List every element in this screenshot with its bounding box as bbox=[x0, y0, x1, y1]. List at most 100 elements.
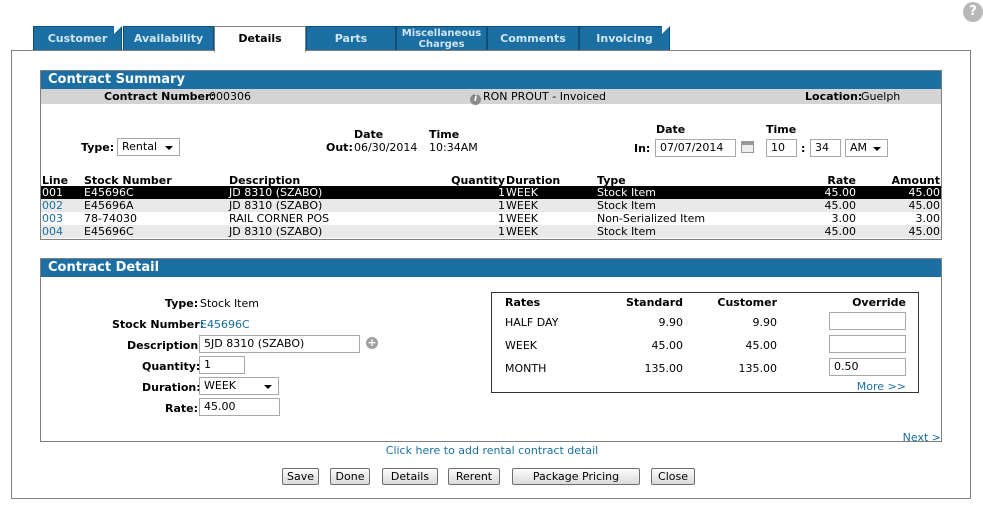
rates-header-rates: Rates bbox=[505, 296, 541, 309]
rates-header-customer: Customer bbox=[717, 296, 777, 309]
rates-header-override: Override bbox=[852, 296, 906, 309]
quantity-value: 1 bbox=[204, 358, 211, 371]
description-value: 5JD 8310 (SZABO) bbox=[204, 337, 305, 350]
table-row[interactable]: 004 E45696C JD 8310 (SZABO) 1 WEEK Stock… bbox=[41, 225, 941, 238]
type-select[interactable]: Rental bbox=[117, 138, 180, 156]
tab-parts[interactable]: Parts bbox=[306, 26, 396, 50]
row-type: Stock Item bbox=[597, 199, 656, 212]
in-label: In: bbox=[634, 142, 651, 155]
contract-summary-title: Contract Summary bbox=[41, 71, 941, 89]
row-type: Stock Item bbox=[597, 186, 656, 199]
detail-quantity-label: Quantity: bbox=[142, 360, 201, 373]
rate-input[interactable]: 45.00 bbox=[199, 398, 280, 416]
detail-stock-label: Stock Number: bbox=[112, 318, 205, 331]
tab-misc-line2: Charges bbox=[418, 39, 465, 50]
in-date-value: 07/07/2014 bbox=[660, 141, 724, 154]
add-contract-detail-link[interactable]: Click here to add rental contract detail bbox=[340, 444, 644, 457]
override-input-week[interactable] bbox=[829, 335, 906, 353]
rerent-button[interactable]: Rerent bbox=[448, 468, 500, 485]
duration-value: WEEK bbox=[204, 379, 236, 392]
rate-standard: 135.00 bbox=[644, 362, 684, 375]
contract-number-label: Contract Number: bbox=[104, 90, 215, 103]
help-icon[interactable]: ? bbox=[963, 2, 983, 22]
row-type: Non-Serialized Item bbox=[597, 212, 706, 225]
table-row[interactable]: 002 E45696A JD 8310 (SZABO) 1 WEEK Stock… bbox=[41, 199, 941, 212]
tab-availability[interactable]: Availability bbox=[123, 26, 214, 50]
in-ampm-value: AM bbox=[850, 141, 868, 154]
row-quantity: 1 bbox=[498, 199, 505, 212]
calendar-icon[interactable] bbox=[741, 141, 754, 153]
tab-miscellaneous-charges[interactable]: Miscellaneous Charges bbox=[396, 26, 487, 50]
detail-description-label: Description: bbox=[127, 339, 203, 352]
row-line-link[interactable]: 001 bbox=[42, 186, 63, 199]
more-rates-link[interactable]: More >> bbox=[822, 380, 906, 393]
out-time-header: Time bbox=[429, 128, 460, 141]
package-pricing-button[interactable]: Package Pricing bbox=[512, 468, 640, 485]
row-quantity: 1 bbox=[498, 212, 505, 225]
row-amount: 45.00 bbox=[908, 186, 941, 199]
save-button[interactable]: Save bbox=[282, 468, 319, 485]
tab-invoicing[interactable]: Invoicing bbox=[579, 26, 670, 50]
duration-select[interactable]: WEEK bbox=[199, 377, 279, 395]
tab-comments[interactable]: Comments bbox=[487, 26, 579, 50]
table-row[interactable]: 003 78-74030 RAIL CORNER POS 1 WEEK Non-… bbox=[41, 212, 941, 225]
out-label: Out: bbox=[326, 141, 353, 154]
type-select-value: Rental bbox=[122, 140, 157, 153]
customer-status-text: RON PROUT - Invoiced bbox=[483, 90, 607, 103]
location-value: Guelph bbox=[861, 90, 901, 103]
row-description: JD 8310 (SZABO) bbox=[229, 225, 323, 238]
in-minute-input[interactable]: 34 bbox=[810, 139, 841, 157]
row-quantity: 1 bbox=[498, 186, 505, 199]
row-line-link[interactable]: 003 bbox=[42, 212, 63, 225]
tab-fold bbox=[662, 26, 670, 34]
row-line-link[interactable]: 004 bbox=[42, 225, 63, 238]
tab-details[interactable]: Details bbox=[214, 26, 306, 52]
out-date-header: Date bbox=[354, 128, 384, 141]
detail-rate-label: Rate: bbox=[165, 402, 199, 415]
override-input-half-day[interactable] bbox=[829, 312, 906, 330]
in-date-input[interactable]: 07/07/2014 bbox=[655, 139, 736, 157]
contract-number-value: 000306 bbox=[209, 90, 251, 103]
close-button[interactable]: Close bbox=[651, 468, 695, 485]
out-date-value: 06/30/2014 bbox=[354, 141, 418, 154]
contract-lines-table: Line Stock Number Description Quantity D… bbox=[41, 174, 941, 238]
tab-customer[interactable]: Customer bbox=[33, 26, 122, 50]
out-time-value: 10:34AM bbox=[429, 141, 478, 154]
row-type: Stock Item bbox=[597, 225, 656, 238]
row-line-link[interactable]: 002 bbox=[42, 199, 63, 212]
row-description: JD 8310 (SZABO) bbox=[229, 199, 323, 212]
detail-type-label: Type: bbox=[165, 297, 199, 310]
add-icon[interactable]: + bbox=[366, 337, 378, 349]
row-description: JD 8310 (SZABO) bbox=[229, 186, 323, 199]
quantity-input[interactable]: 1 bbox=[199, 356, 245, 374]
rate-customer: 9.90 bbox=[752, 316, 778, 329]
detail-stock-link[interactable]: E45696C bbox=[200, 318, 250, 331]
rate-standard: 9.90 bbox=[658, 316, 684, 329]
row-duration: WEEK bbox=[506, 225, 538, 238]
description-input[interactable]: 5JD 8310 (SZABO) bbox=[199, 335, 360, 353]
location-label: Location: bbox=[805, 90, 863, 103]
override-input-month[interactable]: 0.50 bbox=[829, 358, 906, 376]
type-label: Type: bbox=[81, 141, 115, 154]
row-rate: 45.00 bbox=[824, 186, 857, 199]
in-minute-value: 34 bbox=[815, 141, 829, 154]
rate-name: MONTH bbox=[505, 362, 547, 375]
row-rate: 45.00 bbox=[824, 199, 857, 212]
rates-box: Rates Standard Customer Override HALF DA… bbox=[491, 292, 919, 393]
rate-name: WEEK bbox=[505, 339, 537, 352]
table-row[interactable]: 001 E45696C JD 8310 (SZABO) 1 WEEK Stock… bbox=[41, 186, 941, 199]
in-ampm-select[interactable]: AM bbox=[845, 139, 888, 157]
row-stock: E45696C bbox=[84, 225, 134, 238]
done-button[interactable]: Done bbox=[330, 468, 370, 485]
in-hour-input[interactable]: 10 bbox=[766, 139, 797, 157]
in-hour-value: 10 bbox=[771, 141, 785, 154]
row-stock: 78-74030 bbox=[84, 212, 137, 225]
details-button[interactable]: Details bbox=[382, 468, 438, 485]
in-date-header: Date bbox=[656, 123, 686, 136]
time-separator: : bbox=[801, 142, 806, 155]
next-link[interactable]: Next > bbox=[880, 431, 941, 444]
info-icon[interactable]: i bbox=[470, 94, 481, 105]
customer-status: i RON PROUT - Invoiced bbox=[470, 89, 606, 105]
rate-customer: 135.00 bbox=[738, 362, 778, 375]
detail-duration-label: Duration: bbox=[142, 381, 201, 394]
